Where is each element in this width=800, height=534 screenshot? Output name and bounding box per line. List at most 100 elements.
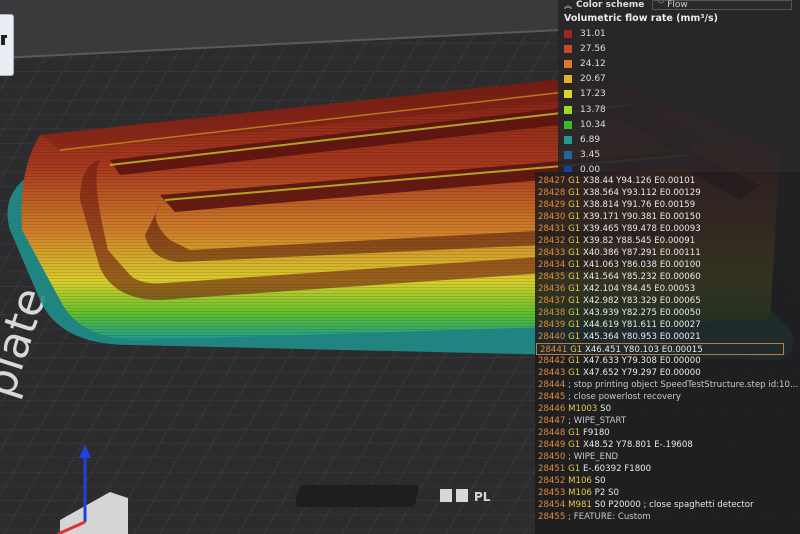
- gcode-line-number: 28447: [538, 416, 566, 426]
- gcode-line[interactable]: 28445 ; close powerlost recovery: [535, 391, 800, 403]
- gcode-line[interactable]: 28438 G1 X43.939 Y82.275 E0.00050: [535, 307, 800, 319]
- gcode-line-number: 28454: [538, 500, 566, 510]
- gcode-line[interactable]: 28444 ; stop printing object SpeedTestSt…: [535, 379, 800, 391]
- gcode-line[interactable]: 28455 ; FEATURE: Custom: [535, 511, 800, 523]
- gcode-line-number: 28442: [538, 356, 566, 366]
- legend-value: 6.89: [580, 134, 601, 145]
- gcode-command: G1: [568, 176, 581, 186]
- double-chevron-up-icon[interactable]: ︽: [564, 0, 572, 11]
- gcode-command: G1: [568, 368, 581, 378]
- gcode-line[interactable]: 28450 ; WIPE_END: [535, 451, 800, 463]
- gcode-line[interactable]: 28432 G1 X39.82 Y88.545 E0.00091: [535, 235, 800, 247]
- gcode-args: X48.52 Y78.801 E-.19608: [582, 440, 693, 450]
- gcode-line[interactable]: 28427 G1 X38.44 Y94.126 E0.00101: [535, 175, 800, 187]
- gcode-args: ; WIPE_START: [568, 416, 627, 426]
- gcode-line-number: 28435: [538, 272, 566, 282]
- gcode-command: M981: [568, 500, 592, 510]
- gcode-command: G1: [568, 356, 581, 366]
- gcode-line[interactable]: 28433 G1 X40.386 Y87.291 E0.00111: [535, 247, 800, 259]
- gcode-line[interactable]: 28431 G1 X39.465 Y89.478 E0.00093: [535, 223, 800, 235]
- gcode-args: E-.60392 F1800: [582, 464, 652, 474]
- color-scheme-row: ︽ Color scheme ﹀ Flow: [558, 0, 800, 10]
- gcode-line-number: 28440: [538, 332, 566, 342]
- gcode-line[interactable]: 28440 G1 X45.364 Y80.953 E0.00021: [535, 331, 800, 343]
- gcode-line[interactable]: 28452 M106 S0: [535, 475, 800, 487]
- gcode-args: X39.171 Y90.381 E0.00150: [582, 212, 701, 222]
- gcode-command: G1: [568, 428, 581, 438]
- gcode-line-number: 28430: [538, 212, 566, 222]
- legend-value: 10.34: [580, 119, 606, 130]
- color-scheme-select[interactable]: ﹀ Flow: [652, 0, 793, 10]
- gcode-line[interactable]: 28439 G1 X44.619 Y81.611 E0.00027: [535, 319, 800, 331]
- legend-item: 10.34: [564, 117, 800, 132]
- gcode-line-number: 28428: [538, 188, 566, 198]
- gcode-command: G1: [570, 345, 583, 355]
- gcode-line[interactable]: 28435 G1 X41.564 Y85.232 E0.00060: [535, 271, 800, 283]
- gcode-args: X41.063 Y86.038 E0.00100: [582, 260, 701, 270]
- legend-swatch: [564, 44, 572, 53]
- gcode-line-number: 28427: [538, 176, 566, 186]
- legend-value: 31.01: [580, 28, 606, 39]
- gcode-args: X47.633 Y79.308 E0.00000: [582, 356, 701, 366]
- plate-logo-text: PL: [474, 490, 491, 504]
- gcode-line[interactable]: 28437 G1 X42.982 Y83.329 E0.00065: [535, 295, 800, 307]
- gcode-line-number: 28444: [538, 380, 566, 390]
- gcode-command: G1: [568, 296, 581, 306]
- gcode-line-number: 28431: [538, 224, 566, 234]
- legend-value: 17.23: [580, 89, 606, 100]
- gcode-args: ; WIPE_END: [568, 452, 619, 462]
- gcode-args: S0: [594, 476, 606, 486]
- gcode-args: P2 S0: [594, 488, 619, 498]
- gcode-line[interactable]: 28434 G1 X41.063 Y86.038 E0.00100: [535, 259, 800, 271]
- gcode-command: G1: [568, 320, 581, 330]
- gcode-line[interactable]: 28449 G1 X48.52 Y78.801 E-.19608: [535, 439, 800, 451]
- gcode-line-number: 28453: [538, 488, 566, 498]
- legend-item: 27.56: [564, 41, 800, 56]
- gcode-args: X38.44 Y94.126 E0.00101: [582, 176, 696, 186]
- gcode-args: X38.564 Y93.112 E0.00129: [582, 188, 701, 198]
- gcode-viewer[interactable]: 28427 G1 X38.44 Y94.126 E0.00101 28428 G1…: [535, 172, 800, 534]
- color-scheme-value: Flow: [667, 0, 688, 10]
- gcode-line[interactable]: 28454 M981 S0 P20000 ; close spaghetti d…: [535, 499, 800, 511]
- gcode-line[interactable]: 28451 G1 E-.60392 F1800: [535, 463, 800, 475]
- legend-item: 24.12: [564, 56, 800, 71]
- legend-title: Volumetric flow rate (mm³/s): [564, 13, 718, 24]
- gcode-line[interactable]: 28429 G1 X38.814 Y91.76 E0.00159: [535, 199, 800, 211]
- gcode-line-selected[interactable]: 28441 G1 X46.451 Y80.103 E0.00015: [536, 343, 784, 355]
- gcode-command: M1003: [568, 404, 598, 414]
- gcode-args: X47.652 Y79.297 E0.00000: [582, 368, 701, 378]
- legend-swatch: [564, 90, 572, 99]
- gcode-line-number: 28433: [538, 248, 566, 258]
- gcode-line[interactable]: 28453 M106 P2 S0: [535, 487, 800, 499]
- gcode-line[interactable]: 28428 G1 X38.564 Y93.112 E0.00129: [535, 187, 800, 199]
- gcode-args: X39.465 Y89.478 E0.00093: [582, 224, 701, 234]
- gcode-args: ; close powerlost recovery: [568, 392, 681, 402]
- gcode-line[interactable]: 28446 M1003 S0: [535, 403, 800, 415]
- gcode-line[interactable]: 28436 G1 X42.104 Y84.45 E0.00053: [535, 283, 800, 295]
- arrow-icon: [1, 35, 7, 45]
- gcode-args: S0 P20000 ; close spaghetti detector: [594, 500, 754, 510]
- gcode-line-number: 28439: [538, 320, 566, 330]
- gcode-line-number: 28429: [538, 200, 566, 210]
- legend-item: 31.01: [564, 26, 800, 41]
- gcode-args: X42.104 Y84.45 E0.00053: [582, 284, 696, 294]
- gcode-line-number: 28432: [538, 236, 566, 246]
- gcode-args: X40.386 Y87.291 E0.00111: [582, 248, 701, 258]
- gcode-line[interactable]: 28448 G1 F9180: [535, 427, 800, 439]
- gcode-line-number: 28437: [538, 296, 566, 306]
- legend-swatch: [564, 75, 572, 84]
- gcode-line-number: 28450: [538, 452, 566, 462]
- gcode-command: G1: [568, 224, 581, 234]
- gcode-command: G1: [568, 188, 581, 198]
- legend-item: 3.45: [564, 148, 800, 163]
- gcode-line-number: 28443: [538, 368, 566, 378]
- gcode-line[interactable]: 28443 G1 X47.652 Y79.297 E0.00000: [535, 367, 800, 379]
- gcode-line[interactable]: 28430 G1 X39.171 Y90.381 E0.00150: [535, 211, 800, 223]
- collapse-sidebar-tab[interactable]: [0, 14, 14, 76]
- gcode-line[interactable]: 28447 ; WIPE_START: [535, 415, 800, 427]
- gcode-command: M106: [568, 488, 592, 498]
- gcode-line-number: 28438: [538, 308, 566, 318]
- gcode-args: X45.364 Y80.953 E0.00021: [582, 332, 701, 342]
- legend-list: 31.01 27.56 24.12 20.67 17.23 13.78 10.34 6.89 3…: [564, 26, 800, 178]
- gcode-line[interactable]: 28442 G1 X47.633 Y79.308 E0.00000: [535, 355, 800, 367]
